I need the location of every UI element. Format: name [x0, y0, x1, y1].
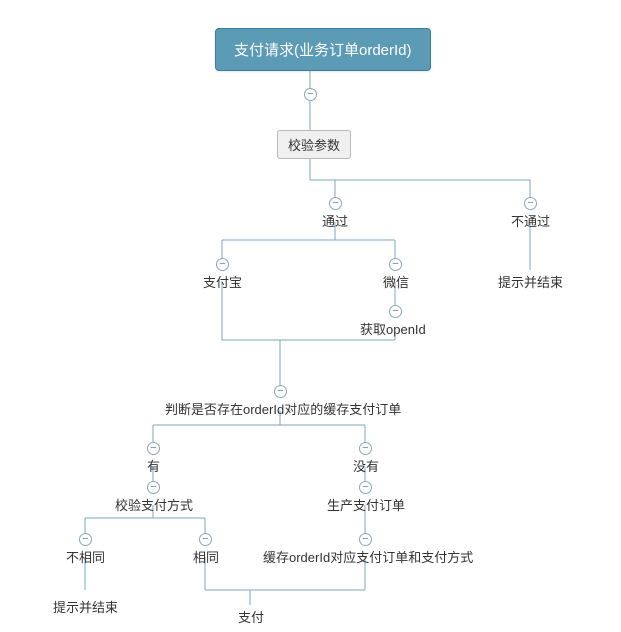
collapse-icon[interactable] [359, 533, 372, 546]
node-label: 支付宝 [203, 275, 242, 290]
node-label: 有 [147, 459, 160, 474]
node-create-order[interactable]: 生产支付订单 [327, 495, 405, 514]
node-alipay[interactable]: 支付宝 [203, 272, 242, 291]
node-label: 支付 [238, 610, 264, 625]
node-label: 判断是否存在orderId对应的缓存支付订单 [165, 402, 401, 417]
node-label: 通过 [322, 214, 348, 229]
node-validate-params[interactable]: 校验参数 [277, 130, 351, 159]
collapse-icon[interactable] [359, 442, 372, 455]
node-not-same[interactable]: 不相同 [66, 547, 105, 566]
collapse-icon[interactable] [147, 481, 160, 494]
node-not-has[interactable]: 没有 [353, 456, 379, 475]
collapse-icon[interactable] [524, 197, 537, 210]
node-check-cache[interactable]: 判断是否存在orderId对应的缓存支付订单 [165, 399, 401, 418]
node-has[interactable]: 有 [147, 456, 160, 475]
node-same[interactable]: 相同 [193, 547, 219, 566]
collapse-icon[interactable] [389, 305, 402, 318]
node-label: 缓存orderId对应支付订单和支付方式 [263, 550, 473, 565]
root-label: 支付请求(业务订单orderId) [234, 42, 412, 59]
node-hint-end-1[interactable]: 提示并结束 [498, 272, 563, 291]
collapse-icon[interactable] [304, 88, 317, 101]
node-wechat[interactable]: 微信 [383, 272, 409, 291]
node-cache-order[interactable]: 缓存orderId对应支付订单和支付方式 [263, 547, 473, 566]
node-pay[interactable]: 支付 [238, 607, 264, 626]
node-label: 校验参数 [288, 138, 340, 153]
collapse-icon[interactable] [79, 533, 92, 546]
node-label: 校验支付方式 [115, 498, 193, 513]
node-get-openid[interactable]: 获取openId [360, 319, 426, 338]
collapse-icon[interactable] [329, 197, 342, 210]
node-label: 生产支付订单 [327, 498, 405, 513]
node-validate-paytype[interactable]: 校验支付方式 [115, 495, 193, 514]
node-label: 提示并结束 [53, 600, 118, 615]
collapse-icon[interactable] [147, 442, 160, 455]
node-label: 不相同 [66, 550, 105, 565]
root-node[interactable]: 支付请求(业务订单orderId) [215, 28, 431, 71]
collapse-icon[interactable] [274, 385, 287, 398]
collapse-icon[interactable] [216, 258, 229, 271]
node-pass[interactable]: 通过 [322, 211, 348, 230]
node-label: 相同 [193, 550, 219, 565]
node-label: 提示并结束 [498, 275, 563, 290]
node-label: 没有 [353, 459, 379, 474]
collapse-icon[interactable] [389, 258, 402, 271]
node-label: 微信 [383, 275, 409, 290]
collapse-icon[interactable] [199, 533, 212, 546]
node-hint-end-2[interactable]: 提示并结束 [53, 597, 118, 616]
node-label: 不通过 [511, 214, 550, 229]
node-fail[interactable]: 不通过 [511, 211, 550, 230]
collapse-icon[interactable] [359, 481, 372, 494]
node-label: 获取openId [360, 322, 426, 337]
